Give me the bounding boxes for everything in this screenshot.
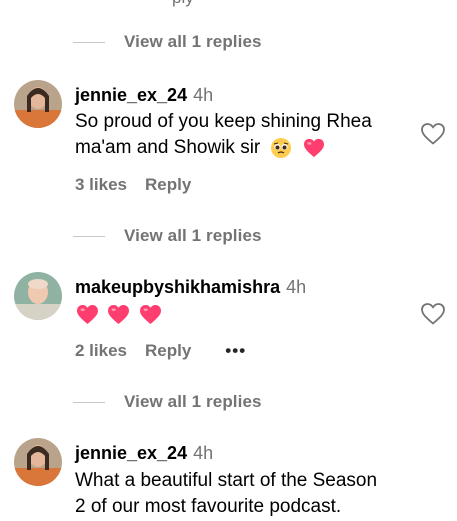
heart-icon	[303, 138, 324, 158]
heart-icon	[108, 304, 130, 325]
likes-count[interactable]: 2 likes	[75, 341, 127, 361]
comment-header: jennie_ex_24 4h	[75, 442, 213, 464]
comment-text: What a beautiful start of the Season 2 o…	[75, 468, 415, 520]
heart-icon	[139, 304, 161, 325]
divider-line	[73, 401, 105, 403]
avatar-image	[14, 80, 62, 128]
comment-line: ma'am and Showik sir	[75, 135, 415, 161]
more-options-icon[interactable]: •••	[225, 341, 246, 361]
view-replies-row[interactable]: View all 1 replies	[73, 224, 262, 248]
view-replies-link[interactable]: View all 1 replies	[124, 392, 262, 412]
timestamp: 4h	[286, 277, 307, 297]
comment-line: So proud of you keep shining Rhea	[75, 111, 372, 132]
like-heart-button[interactable]	[420, 302, 446, 326]
reply-button[interactable]: Reply	[145, 175, 191, 195]
divider-line	[73, 41, 105, 43]
cut-off-text: ply	[172, 0, 194, 8]
view-replies-row[interactable]: View all 1 replies	[73, 30, 262, 54]
comment-actions: 2 likes Reply •••	[75, 341, 246, 361]
heart-outline-icon	[421, 303, 445, 325]
reply-button[interactable]: Reply	[145, 341, 191, 361]
username[interactable]: jennie_ex_24	[75, 85, 187, 105]
comment-line-text: ma'am and Showik sir	[75, 137, 261, 158]
view-replies-row[interactable]: View all 1 replies	[73, 390, 262, 414]
timestamp: 4h	[193, 85, 214, 105]
avatar[interactable]	[14, 80, 62, 128]
comment-header: makeupbyshikhamishra 4h	[75, 276, 306, 298]
heart-outline-icon	[421, 123, 445, 145]
comment-line: 2 of our most favourite podcast.	[75, 496, 342, 517]
comment-text: So proud of you keep shining Rhea ma'am …	[75, 109, 415, 161]
comment-actions: 3 likes Reply	[75, 175, 191, 195]
divider-line	[73, 235, 105, 237]
likes-count[interactable]: 3 likes	[75, 175, 127, 195]
avatar[interactable]	[14, 272, 62, 320]
comment-line: What a beautiful start of the Season	[75, 470, 378, 491]
timestamp: 4h	[193, 443, 214, 463]
avatar-image	[14, 438, 62, 486]
heart-icon	[77, 304, 98, 325]
comment-emojis	[76, 304, 162, 325]
username[interactable]: jennie_ex_24	[75, 443, 187, 463]
view-replies-link[interactable]: View all 1 replies	[124, 32, 262, 52]
avatar-image	[14, 272, 62, 320]
pleading-face-icon	[270, 137, 291, 158]
comment-header: jennie_ex_24 4h	[75, 84, 213, 106]
like-heart-button[interactable]	[420, 122, 446, 146]
view-replies-link[interactable]: View all 1 replies	[124, 226, 262, 246]
username[interactable]: makeupbyshikhamishra	[75, 277, 280, 297]
avatar[interactable]	[14, 438, 62, 486]
